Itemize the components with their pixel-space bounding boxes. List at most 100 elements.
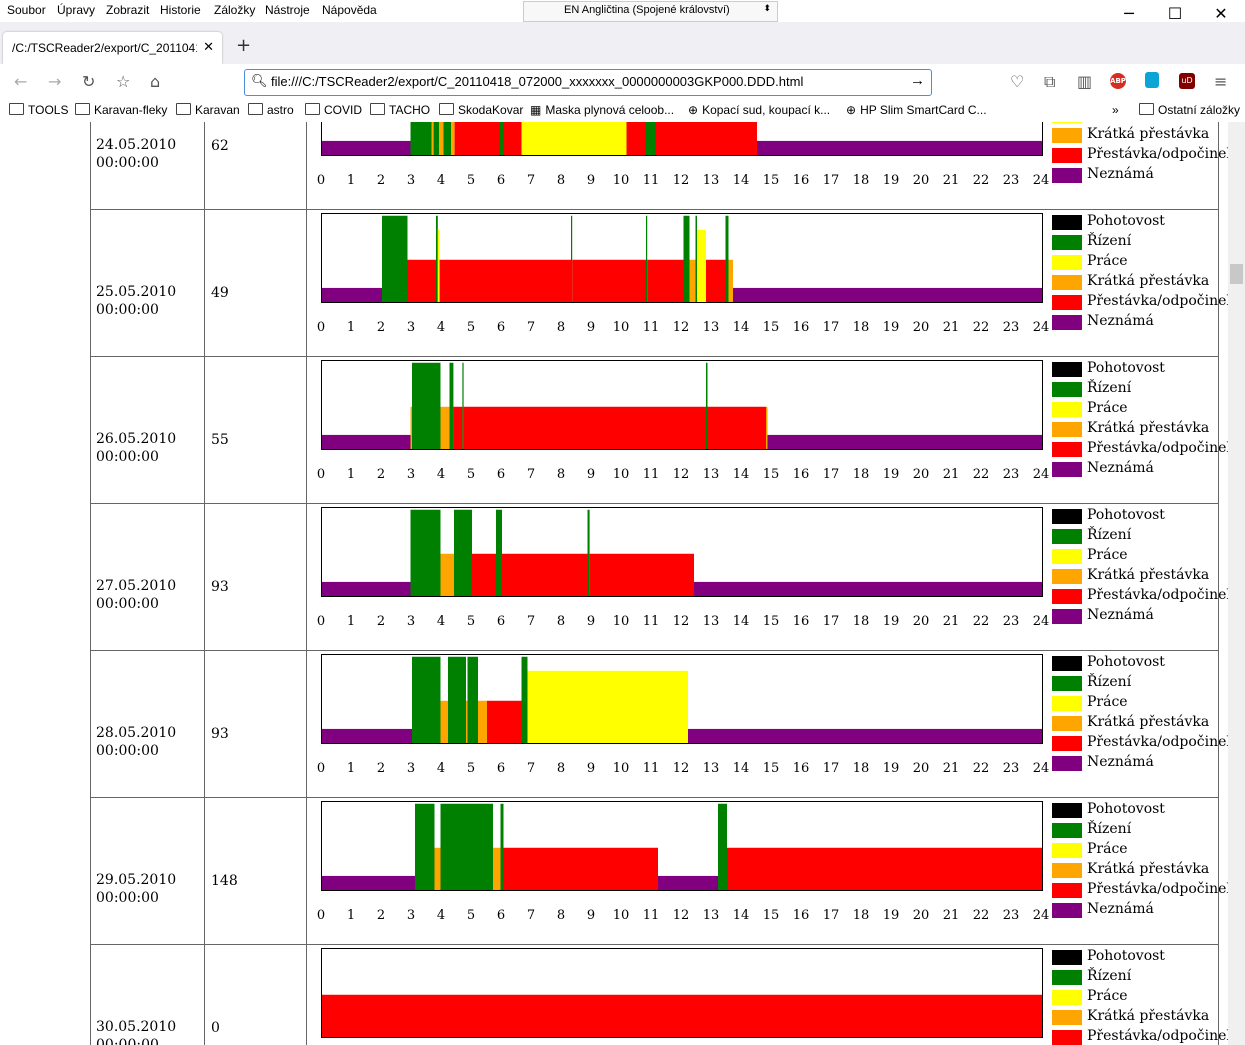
bookmark-folder-other[interactable]: Ostatní záložky <box>1139 103 1240 117</box>
screenshot-icon[interactable]: ☆ <box>116 72 130 91</box>
activity-bar <box>451 122 455 155</box>
axis-tick-label: 1 <box>346 173 356 188</box>
axis-tick-label: 11 <box>642 467 660 482</box>
language-select[interactable]: EN Angličtina (Spojené království) ⬍ <box>523 1 778 22</box>
axis-tick-label: 11 <box>642 614 660 629</box>
hamburger-menu-icon[interactable]: ≡ <box>1214 72 1227 91</box>
activity-bar <box>443 122 451 155</box>
scrollbar-thumb[interactable] <box>1230 264 1243 284</box>
sidebar-icon[interactable]: ▥ <box>1077 72 1092 91</box>
legend-swatch <box>1052 362 1082 377</box>
axis-tick-label: 3 <box>406 467 416 482</box>
bookmark-folder[interactable]: Karavan-fleky <box>75 103 167 117</box>
legend-swatch <box>1052 823 1082 838</box>
table-row-separator <box>90 356 1218 357</box>
pocket-icon[interactable]: ♡ <box>1010 72 1024 91</box>
axis-tick-label: 1 <box>346 467 356 482</box>
adblock-icon[interactable]: ABP <box>1110 73 1126 89</box>
extensions-icon[interactable]: ⧉ <box>1044 72 1055 92</box>
activity-bar <box>478 700 487 743</box>
activity-bar <box>571 215 573 302</box>
activity-bar <box>502 553 588 596</box>
more-bookmarks-icon[interactable]: » <box>1112 103 1119 117</box>
axis-tick-label: 19 <box>882 614 900 629</box>
row-date: 27.05.2010 00:00:00 <box>96 577 176 613</box>
activity-bar <box>322 581 411 596</box>
menu-napoveda[interactable]: Nápověda <box>322 3 377 17</box>
menu-historie[interactable]: Historie <box>160 3 201 17</box>
row-date: 25.05.2010 00:00:00 <box>96 283 176 319</box>
row-distance: 62 <box>211 138 229 154</box>
activity-bar <box>439 122 444 155</box>
axis-tick-label: 24 <box>1032 467 1050 482</box>
close-tab-icon[interactable]: ✕ <box>203 39 214 55</box>
menu-nastroje[interactable]: Nástroje <box>265 3 310 17</box>
legend-label: Řízení <box>1087 380 1132 396</box>
axis-tick-label: 11 <box>642 761 660 776</box>
axis-tick-label: 5 <box>466 467 476 482</box>
bookmark-folder[interactable]: TOOLS <box>9 103 68 117</box>
address-bar[interactable]: 🔍︎ file:///C:/TSCReader2/export/C_201104… <box>244 69 932 96</box>
bitwarden-icon[interactable] <box>1145 72 1159 88</box>
ublock-icon[interactable]: uD <box>1179 73 1195 89</box>
legend-swatch <box>1052 990 1082 1005</box>
axis-tick-label: 6 <box>496 761 506 776</box>
bookmark-folder[interactable]: COVID <box>305 103 362 117</box>
activity-bar <box>733 287 1042 302</box>
axis-tick-label: 18 <box>852 761 870 776</box>
legend-swatch <box>1052 275 1082 290</box>
menu-upravy[interactable]: Úpravy <box>57 3 95 17</box>
bookmark-folder[interactable]: astro <box>248 103 294 117</box>
reload-icon[interactable]: ↻ <box>82 72 95 91</box>
activity-bar <box>322 434 411 449</box>
bookmark-folder[interactable]: SkodaKovar <box>439 103 523 117</box>
bookmark-link[interactable]: ▦ Maska plynová celoob... <box>530 103 674 117</box>
scrollbar[interactable] <box>1228 122 1245 1045</box>
axis-tick-label: 19 <box>882 761 900 776</box>
axis-tick-label: 0 <box>316 320 326 335</box>
activity-bar <box>646 122 655 155</box>
axis-tick-label: 0 <box>316 761 326 776</box>
axis-tick-label: 11 <box>642 908 660 923</box>
date-text: 24.05.2010 <box>96 137 177 153</box>
menu-zalozky[interactable]: Záložky <box>214 3 255 17</box>
axis-tick-label: 2 <box>376 320 386 335</box>
axis-tick-label: 20 <box>912 761 930 776</box>
legend-label: Pohotovost <box>1087 654 1165 670</box>
axis-tick-label: 10 <box>612 614 630 629</box>
axis-tick-label: 18 <box>852 614 870 629</box>
axis-tick-label: 21 <box>942 173 960 188</box>
bookmark-label: TOOLS <box>28 103 69 117</box>
bookmark-folder[interactable]: Karavan <box>176 103 240 117</box>
legend-swatch <box>1052 255 1082 270</box>
bookmark-link[interactable]: ⊕ Kopací sud, koupací k... <box>688 103 830 117</box>
menu-soubor[interactable]: Soubor <box>7 3 46 17</box>
home-icon[interactable]: ⌂ <box>150 72 160 91</box>
activity-bar <box>587 509 590 596</box>
row-distance: 93 <box>211 579 229 595</box>
table-column-border <box>1218 122 1219 1045</box>
forward-icon[interactable]: → <box>48 72 61 91</box>
tab-active[interactable]: /C:/TSCReader2/export/C_20110418_0 ✕ <box>3 32 222 64</box>
activity-chart-svg <box>322 509 1042 596</box>
bookmark-link[interactable]: ⊕ HP Slim SmartCard C... <box>846 103 987 117</box>
legend-swatch <box>1052 462 1082 477</box>
legend-label: Krátká přestávka <box>1087 714 1210 730</box>
axis-tick-label: 21 <box>942 614 960 629</box>
legend-label: Práce <box>1087 694 1128 710</box>
axis-tick-label: 2 <box>376 614 386 629</box>
updown-arrow-icon: ⬍ <box>763 3 771 13</box>
axis-tick-label: 18 <box>852 467 870 482</box>
folder-icon <box>305 103 320 115</box>
date-text: 28.05.2010 <box>96 725 177 741</box>
activity-chart <box>321 213 1043 303</box>
legend-label: Krátká přestávka <box>1087 861 1210 877</box>
axis-tick-label: 9 <box>586 467 596 482</box>
url-text[interactable]: file:///C:/TSCReader2/export/C_20110418_… <box>271 74 803 89</box>
axis-tick-label: 6 <box>496 467 506 482</box>
go-arrow-icon[interactable]: → <box>910 72 925 89</box>
new-tab-button[interactable]: + <box>236 35 251 56</box>
bookmark-folder[interactable]: TACHO <box>370 103 430 117</box>
menu-zobrazit[interactable]: Zobrazit <box>106 3 149 17</box>
back-icon[interactable]: ← <box>14 72 27 91</box>
